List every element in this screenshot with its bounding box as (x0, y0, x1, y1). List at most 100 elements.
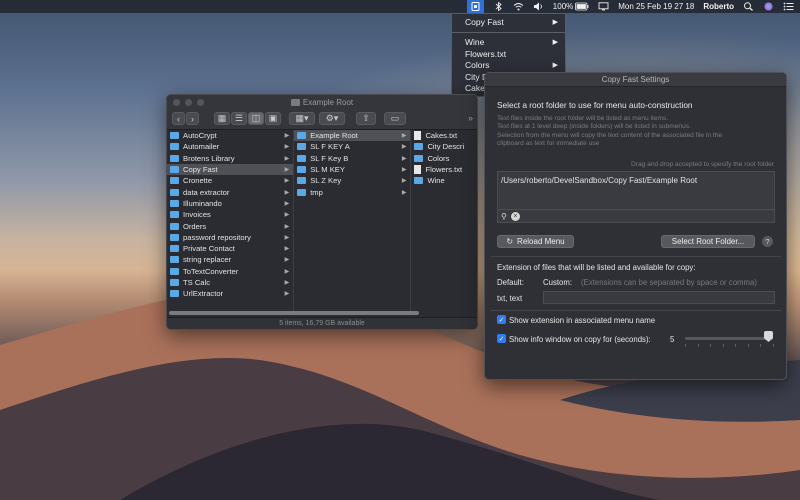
siri-icon (764, 2, 773, 11)
folder-icon (170, 154, 179, 162)
root-folder-path: /Users/roberto/DevelSandbox/Copy Fast/Ex… (501, 176, 698, 185)
column-view-button[interactable]: ◫ (248, 112, 264, 125)
list-item[interactable]: Example Root ▶ (294, 130, 411, 142)
siri-menu[interactable] (763, 0, 774, 13)
list-item[interactable]: Cakes.txt (411, 130, 477, 141)
folder-icon (297, 177, 307, 185)
horizontal-scrollbar[interactable] (169, 311, 419, 315)
battery-icon (575, 2, 589, 11)
folder-icon (414, 154, 424, 162)
seconds-slider-track[interactable] (685, 337, 773, 340)
close-button[interactable] (173, 99, 180, 106)
list-item[interactable]: Illuminando ▶ (167, 198, 293, 209)
folder-icon (170, 143, 179, 151)
item-label: AutoCrypt (183, 131, 217, 141)
show-info-window-checkbox[interactable]: ✓ (497, 334, 506, 343)
root-folder-heading: Select a root folder to use for menu aut… (497, 100, 693, 110)
list-item[interactable]: Copy Fast ▶ (167, 163, 294, 176)
item-label: SL Z Key (310, 176, 342, 186)
app-status-icon (471, 2, 480, 11)
list-item[interactable]: SL F Key B ▶ (294, 153, 410, 164)
checkmark-icon: ✓ (498, 316, 505, 324)
list-item[interactable]: data extractor ▶ (167, 186, 293, 197)
list-view-button[interactable]: ☰ (231, 112, 247, 125)
list-item[interactable]: TS Calc ▶ (167, 277, 293, 288)
minimize-button[interactable] (185, 99, 192, 106)
gallery-view-button[interactable]: ▣ (265, 112, 281, 125)
disclosure-arrow-icon: ▶ (284, 133, 290, 140)
list-item[interactable]: SL F KEY A ▶ (294, 141, 410, 152)
show-extension-checkbox[interactable]: ✓ (497, 315, 506, 324)
item-label: string replacer (183, 255, 232, 265)
list-item[interactable]: AutoCrypt ▶ (167, 130, 293, 141)
bluetooth-menu[interactable] (493, 0, 504, 13)
volume-menu[interactable] (533, 0, 544, 13)
forward-button[interactable]: › (186, 112, 199, 125)
text-file-icon (414, 131, 422, 141)
custom-label: Custom: (543, 278, 573, 287)
item-label: City Descri (427, 142, 465, 152)
list-item[interactable]: Colors (411, 153, 477, 164)
folder-icon (170, 211, 179, 219)
share-button[interactable]: ⇧ (356, 112, 376, 125)
clock[interactable]: Mon 25 Feb 19 27 18 (618, 0, 694, 13)
list-item[interactable]: Wine (411, 175, 477, 186)
list-item[interactable]: UrlExtractor ▶ (167, 288, 293, 299)
list-item[interactable]: SL Z Key ▶ (294, 175, 410, 186)
seconds-value: 5 (670, 335, 675, 344)
user-menu[interactable]: Roberto (703, 0, 734, 13)
disclosure-arrow-icon: ▶ (284, 178, 290, 185)
menu-item-wine[interactable]: Wine ▶ (452, 37, 565, 49)
list-item[interactable]: tmp ▶ (294, 186, 410, 197)
finder-title-bar[interactable]: Example Root (167, 95, 477, 109)
clear-icon[interactable]: × (510, 211, 520, 221)
icon-view-button[interactable]: ▦ (214, 112, 230, 125)
item-label: Colors (427, 153, 450, 163)
group-button[interactable]: ▦▾ (289, 112, 315, 125)
folder-icon (170, 199, 179, 207)
folder-icon (170, 132, 179, 140)
action-button[interactable]: ⚙▾ (319, 112, 345, 125)
menu-item-flowers[interactable]: Flowers.txt (452, 48, 565, 60)
display-menu[interactable] (598, 0, 609, 13)
list-item[interactable]: Automailer ▶ (167, 141, 293, 152)
list-item[interactable]: Invoices ▶ (167, 209, 293, 220)
menu-item-copy-fast[interactable]: Copy Fast ▶ (452, 16, 565, 28)
item-label: data extractor (183, 187, 230, 197)
list-item[interactable]: City Descri (411, 141, 477, 152)
divider (491, 310, 781, 311)
toolbar-overflow-icon[interactable]: » (468, 113, 473, 123)
group-icon: ▦▾ (295, 113, 309, 123)
zoom-button[interactable] (197, 99, 204, 106)
slider-tick (685, 344, 686, 347)
root-folder-path-box[interactable]: /Users/roberto/DevelSandbox/Copy Fast/Ex… (497, 171, 775, 223)
finder-status-bar: 5 items, 16,79 GB available (167, 317, 477, 329)
list-item[interactable]: string replacer ▶ (167, 254, 293, 265)
help-button[interactable]: ? (762, 236, 773, 247)
battery-menu[interactable]: 100% (553, 0, 589, 13)
spotlight-menu[interactable] (743, 0, 754, 13)
list-item[interactable]: Private Contact ▶ (167, 243, 293, 254)
reload-menu-button[interactable]: ↻ Reload Menu (497, 235, 574, 248)
copy-fast-status-item[interactable] (466, 0, 484, 13)
seconds-slider-thumb[interactable] (764, 331, 773, 342)
list-item[interactable]: ToTextConverter ▶ (167, 266, 293, 277)
settings-title[interactable]: Copy Fast Settings (485, 73, 786, 87)
notification-center-menu[interactable] (783, 0, 794, 13)
custom-extensions-field[interactable] (543, 291, 775, 304)
search-icon[interactable]: ⚲ (501, 212, 507, 221)
tags-button[interactable]: ▭ (384, 112, 406, 125)
list-item[interactable]: Orders ▶ (167, 220, 293, 231)
back-button[interactable]: ‹ (172, 112, 185, 125)
list-item[interactable]: Brotens Library ▶ (167, 153, 293, 164)
list-item[interactable]: password repository ▶ (167, 232, 293, 243)
list-item[interactable]: Cronette ▶ (167, 175, 293, 186)
select-root-folder-button[interactable]: Select Root Folder... (661, 235, 755, 248)
share-icon: ⇧ (362, 113, 370, 123)
item-label: tmp (310, 187, 323, 197)
wifi-menu[interactable] (513, 0, 524, 13)
disclosure-arrow-icon: ▶ (284, 246, 290, 253)
list-item[interactable]: SL M KEY ▶ (294, 164, 410, 175)
list-item[interactable]: Flowers.txt (411, 164, 477, 175)
menu-item-colors[interactable]: Colors ▶ (452, 60, 565, 72)
